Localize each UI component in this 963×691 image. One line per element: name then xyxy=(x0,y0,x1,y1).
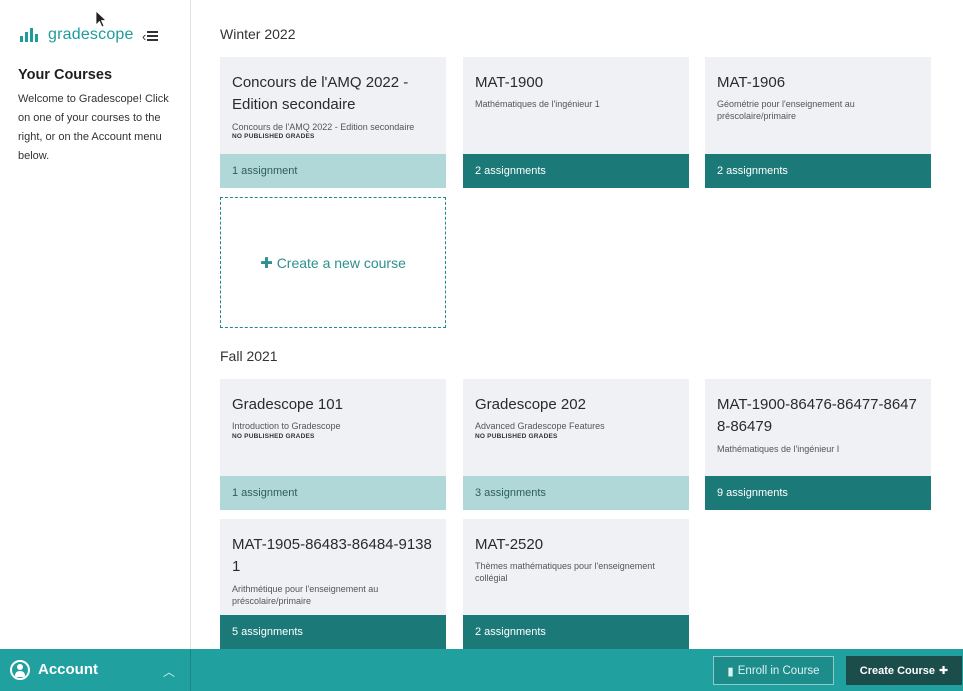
course-card[interactable]: MAT-1900 Mathématiques de l'ingénieur 1 … xyxy=(463,57,689,188)
logo-bars-icon xyxy=(20,28,38,42)
assignment-count: 1 assignment xyxy=(220,154,446,188)
chevron-up-icon: ︿ xyxy=(163,665,176,679)
course-subtitle: Concours de l'AMQ 2022 - Edition seconda… xyxy=(232,122,415,132)
account-label: Account xyxy=(38,661,98,678)
course-subtitle: Advanced Gradescope Features xyxy=(475,421,605,431)
course-title: Gradescope 202 xyxy=(475,396,586,413)
course-card[interactable]: MAT-1905-86483-86484-91381 Arithmétique … xyxy=(220,519,446,649)
no-published-grades-badge: NO PUBLISHED GRADES xyxy=(232,433,315,440)
welcome-text: Welcome to Gradescope! Click on one of y… xyxy=(18,93,169,162)
assignment-count: 3 assignments xyxy=(463,476,689,510)
bottom-action-bar: Account ︿ ▮ Enroll in Course Create Cour… xyxy=(0,649,963,691)
assignment-count: 2 assignments xyxy=(463,154,689,188)
create-course-button[interactable]: Create Course ✚ xyxy=(846,656,962,685)
create-course-label: Create Course xyxy=(859,664,935,677)
assignment-count: 1 assignment xyxy=(220,476,446,510)
course-subtitle: Mathématiques de l'ingénieur I xyxy=(717,444,840,454)
assignment-count: 5 assignments xyxy=(220,615,446,649)
course-title: MAT-1906 xyxy=(717,74,786,91)
user-avatar-icon xyxy=(10,660,30,680)
sidebar: gradescope ‹ Your Courses Welcome to Gra… xyxy=(0,0,191,649)
course-title: MAT-1905-86483-86484-91381 xyxy=(232,536,432,575)
course-title: MAT-2520 xyxy=(475,536,544,553)
plus-icon: ✚ xyxy=(260,254,273,272)
course-card[interactable]: Gradescope 101 Introduction to Gradescop… xyxy=(220,379,446,510)
enroll-in-course-button[interactable]: ▮ Enroll in Course xyxy=(713,656,834,685)
your-courses-heading: Your Courses xyxy=(18,67,113,83)
enroll-label: Enroll in Course xyxy=(737,664,820,677)
course-subtitle: Arithmétique pour l'enseignement au prés… xyxy=(232,584,379,606)
term-heading: Fall 2021 xyxy=(220,348,278,364)
create-new-course-label: Create a new course xyxy=(276,254,406,271)
course-card[interactable]: MAT-2520 Thèmes mathématiques pour l'ens… xyxy=(463,519,689,649)
menu-icon xyxy=(147,29,159,43)
course-subtitle: Thèmes mathématiques pour l'enseignement… xyxy=(475,561,655,583)
create-new-course-card[interactable]: ✚ Create a new course xyxy=(220,197,446,328)
assignment-count: 2 assignments xyxy=(463,615,689,649)
book-icon: ▮ xyxy=(727,665,734,678)
mouse-cursor-icon xyxy=(95,10,107,28)
no-published-grades-badge: NO PUBLISHED GRADES xyxy=(232,133,315,140)
course-title: Concours de l'AMQ 2022 - Edition seconda… xyxy=(232,74,409,113)
course-card[interactable]: MAT-1906 Géométrie pour l'enseignement a… xyxy=(705,57,931,188)
term-heading: Winter 2022 xyxy=(220,26,296,42)
logo-text: gradescope xyxy=(48,26,134,43)
course-title: Gradescope 101 xyxy=(232,396,343,413)
no-published-grades-badge: NO PUBLISHED GRADES xyxy=(475,433,558,440)
course-subtitle: Mathématiques de l'ingénieur 1 xyxy=(475,99,600,109)
course-card[interactable]: Concours de l'AMQ 2022 - Edition seconda… xyxy=(220,57,446,188)
collapse-sidebar-button[interactable]: ‹ xyxy=(142,28,164,44)
assignment-count: 9 assignments xyxy=(705,476,931,510)
plus-icon: ✚ xyxy=(938,665,949,677)
account-menu-button[interactable]: Account ︿ xyxy=(0,649,191,691)
course-subtitle: Géométrie pour l'enseignement au préscol… xyxy=(717,99,855,121)
gradescope-logo[interactable]: gradescope xyxy=(20,26,134,44)
courses-main: Winter 2022 Concours de l'AMQ 2022 - Edi… xyxy=(191,0,963,649)
course-card[interactable]: Gradescope 202 Advanced Gradescope Featu… xyxy=(463,379,689,510)
assignment-count: 2 assignments xyxy=(705,154,931,188)
course-title: MAT-1900-86476-86477-86478-86479 xyxy=(717,396,917,435)
course-card[interactable]: MAT-1900-86476-86477-86478-86479 Mathéma… xyxy=(705,379,931,510)
course-subtitle: Introduction to Gradescope xyxy=(232,421,341,431)
chevron-left-icon: ‹ xyxy=(142,28,147,44)
course-title: MAT-1900 xyxy=(475,74,544,91)
